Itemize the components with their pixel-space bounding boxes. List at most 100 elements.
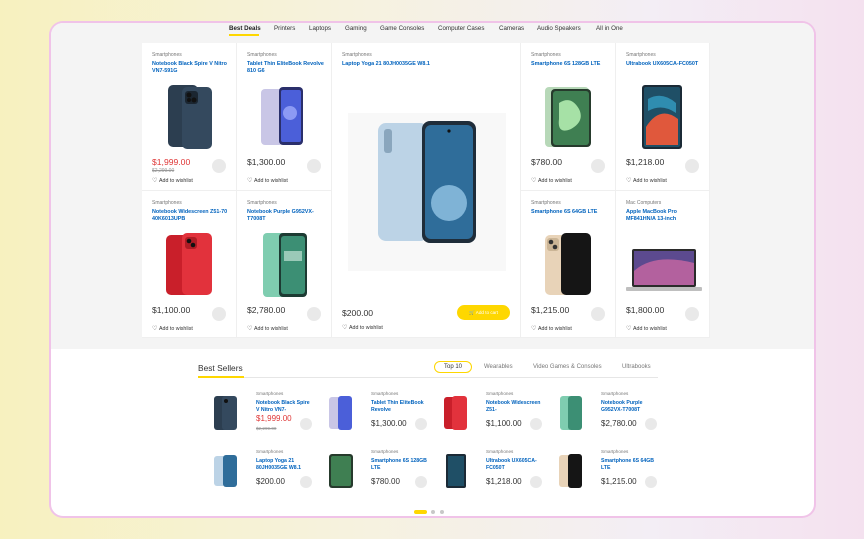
bestseller-image-ipad-green[interactable] [327,452,355,490]
product-image-phone-red[interactable] [162,231,218,299]
tab-game-consoles[interactable]: Game Consoles [380,25,424,32]
wishlist-link[interactable]: ♡ Add to wishlist [626,177,667,184]
bestseller-title[interactable]: Ultrabook UX605CA-FC050T [486,458,542,471]
product-category[interactable]: Smartphones [152,200,182,206]
carousel-dot[interactable] [431,510,435,514]
bestseller-category[interactable]: Smartphones [486,391,513,396]
wishlist-link[interactable]: ♡ Add to wishlist [531,325,572,332]
product-category[interactable]: Smartphones [247,52,277,58]
bestseller-item[interactable]: Smartphones Notebook Black Spire V Nitro… [212,391,327,449]
wishlist-link[interactable]: ♡ Add to wishlist [626,325,667,332]
product-category[interactable]: Smartphones [531,52,561,58]
product-title[interactable]: Laptop Yoga 21 80JH0035GE W8.1 [342,61,482,68]
carousel-dot[interactable] [440,510,444,514]
bestseller-item[interactable]: Smartphones Smartphone 6S 64GB LTE $1,21… [557,449,672,507]
add-to-cart-button[interactable]: 🛒 Add to cart [457,305,510,320]
product-card[interactable]: Smartphones Notebook Purple G952VX-T7008… [237,191,332,338]
wishlist-link[interactable]: ♡ Add to wishlist [531,177,572,184]
carousel-dot-active[interactable] [414,510,427,514]
product-image-phone-violet[interactable] [257,83,313,151]
tab-computer-cases[interactable]: Computer Cases [438,25,484,32]
bestseller-image-phone-green[interactable] [557,394,585,432]
bestseller-image-galaxy[interactable] [212,452,240,490]
add-to-cart-button[interactable] [645,418,657,430]
wishlist-link[interactable]: ♡ Add to wishlist [152,177,193,184]
product-category[interactable]: Smartphones [531,200,561,206]
product-card[interactable]: Smartphones Ultrabook UX605CA-FC050T $1,… [616,43,710,191]
product-image-tablet-dark[interactable] [636,83,692,151]
bestseller-title[interactable]: Notebook Widescreen Z51- [486,400,542,413]
wishlist-link[interactable]: ♡ Add to wishlist [152,325,193,332]
add-to-cart-button[interactable] [530,418,542,430]
wishlist-link[interactable]: ♡ Add to wishlist [342,324,383,331]
bestseller-title[interactable]: Notebook Purple G952VX-T7008T [601,400,657,413]
add-to-cart-button[interactable] [415,476,427,488]
product-title[interactable]: Apple MacBook Pro MF841HN/A 13-inch [626,209,704,223]
bestseller-item[interactable]: Smartphones Tablet Thin EliteBook Revolv… [327,391,442,449]
product-image-galaxy[interactable] [348,113,506,271]
product-card[interactable]: Smartphones Notebook Widescreen Z51-70 4… [142,191,237,338]
product-title[interactable]: Ultrabook UX605CA-FC050T [626,61,704,68]
product-card[interactable]: Smartphones Smartphone 6S 64GB LTE $1,21… [521,191,616,338]
product-image-ipad-green[interactable] [541,83,597,151]
product-card[interactable]: Smartphones Smartphone 6S 128GB LTE $780… [521,43,616,191]
add-to-cart-button[interactable] [685,159,699,173]
product-card[interactable]: Mac Computers Apple MacBook Pro MF841HN/… [616,191,710,338]
bestseller-title[interactable]: Smartphone 6S 64GB LTE [601,458,657,471]
product-category[interactable]: Mac Computers [626,200,661,206]
featured-product-card[interactable]: Smartphones Laptop Yoga 21 80JH0035GE W8… [332,43,521,338]
tab-audio-speakers[interactable]: Audio Speakers [537,25,581,32]
tab-ultrabooks[interactable]: Ultrabooks [622,364,651,370]
product-image-macbook[interactable] [626,231,702,299]
bestseller-category[interactable]: Smartphones [256,391,283,396]
bestseller-category[interactable]: Smartphones [371,449,398,454]
product-title[interactable]: Tablet Thin EliteBook Revolve 810 G6 [247,61,325,75]
product-image-phone-blue[interactable] [162,83,218,151]
product-category[interactable]: Smartphones [626,52,656,58]
product-image-phone-gold[interactable] [541,231,597,299]
add-to-cart-button[interactable] [300,476,312,488]
tab-wearables[interactable]: Wearables [484,364,513,370]
product-category[interactable]: Smartphones [247,200,277,206]
tab-video-games-consoles[interactable]: Video Games & Consoles [533,364,602,370]
tab-best-deals[interactable]: Best Deals [229,25,261,32]
bestseller-item[interactable]: Smartphones Laptop Yoga 21 80JH0035GE W8… [212,449,327,507]
add-to-cart-button[interactable] [307,307,321,321]
product-category[interactable]: Smartphones [342,52,372,58]
add-to-cart-button[interactable] [415,418,427,430]
add-to-cart-button[interactable] [685,307,699,321]
product-title[interactable]: Notebook Black Spire V Nitro VN7-591G [152,61,230,75]
bestseller-title[interactable]: Tablet Thin EliteBook Revolve [371,400,427,413]
wishlist-link[interactable]: ♡ Add to wishlist [247,177,288,184]
bestseller-item[interactable]: Smartphones Notebook Purple G952VX-T7008… [557,391,672,449]
bestseller-item[interactable]: Smartphones Smartphone 6S 128GB LTE $780… [327,449,442,507]
bestseller-category[interactable]: Smartphones [601,449,628,454]
product-category[interactable]: Smartphones [152,52,182,58]
tab-gaming[interactable]: Gaming [345,25,367,32]
tab-all-in-one[interactable]: All in One [596,25,623,32]
product-card[interactable]: Smartphones Notebook Black Spire V Nitro… [142,43,237,191]
tab-cameras[interactable]: Cameras [499,25,524,32]
bestseller-image-phone-violet[interactable] [327,394,355,432]
product-card[interactable]: Smartphones Tablet Thin EliteBook Revolv… [237,43,332,191]
product-image-phone-green[interactable] [257,231,313,299]
add-to-cart-button[interactable] [212,307,226,321]
bestseller-image-tablet-dark[interactable] [442,452,470,490]
tab-top-10[interactable]: Top 10 [434,361,473,373]
bestseller-image-phone-red[interactable] [442,394,470,432]
bestseller-category[interactable]: Smartphones [486,449,513,454]
bestseller-image-phone-blue[interactable] [212,394,240,432]
bestseller-category[interactable]: Smartphones [256,449,283,454]
tab-laptops[interactable]: Laptops [309,25,331,32]
add-to-cart-button[interactable] [307,159,321,173]
tab-printers[interactable]: Printers [274,25,295,32]
add-to-cart-button[interactable] [591,159,605,173]
add-to-cart-button[interactable] [300,418,312,430]
add-to-cart-button[interactable] [530,476,542,488]
wishlist-link[interactable]: ♡ Add to wishlist [247,325,288,332]
bestseller-title[interactable]: Smartphone 6S 128GB LTE [371,458,427,471]
bestseller-item[interactable]: Smartphones Notebook Widescreen Z51- $1,… [442,391,557,449]
product-title[interactable]: Smartphone 6S 128GB LTE [531,61,609,68]
bestseller-item[interactable]: Smartphones Ultrabook UX605CA-FC050T $1,… [442,449,557,507]
bestseller-category[interactable]: Smartphones [601,391,628,396]
